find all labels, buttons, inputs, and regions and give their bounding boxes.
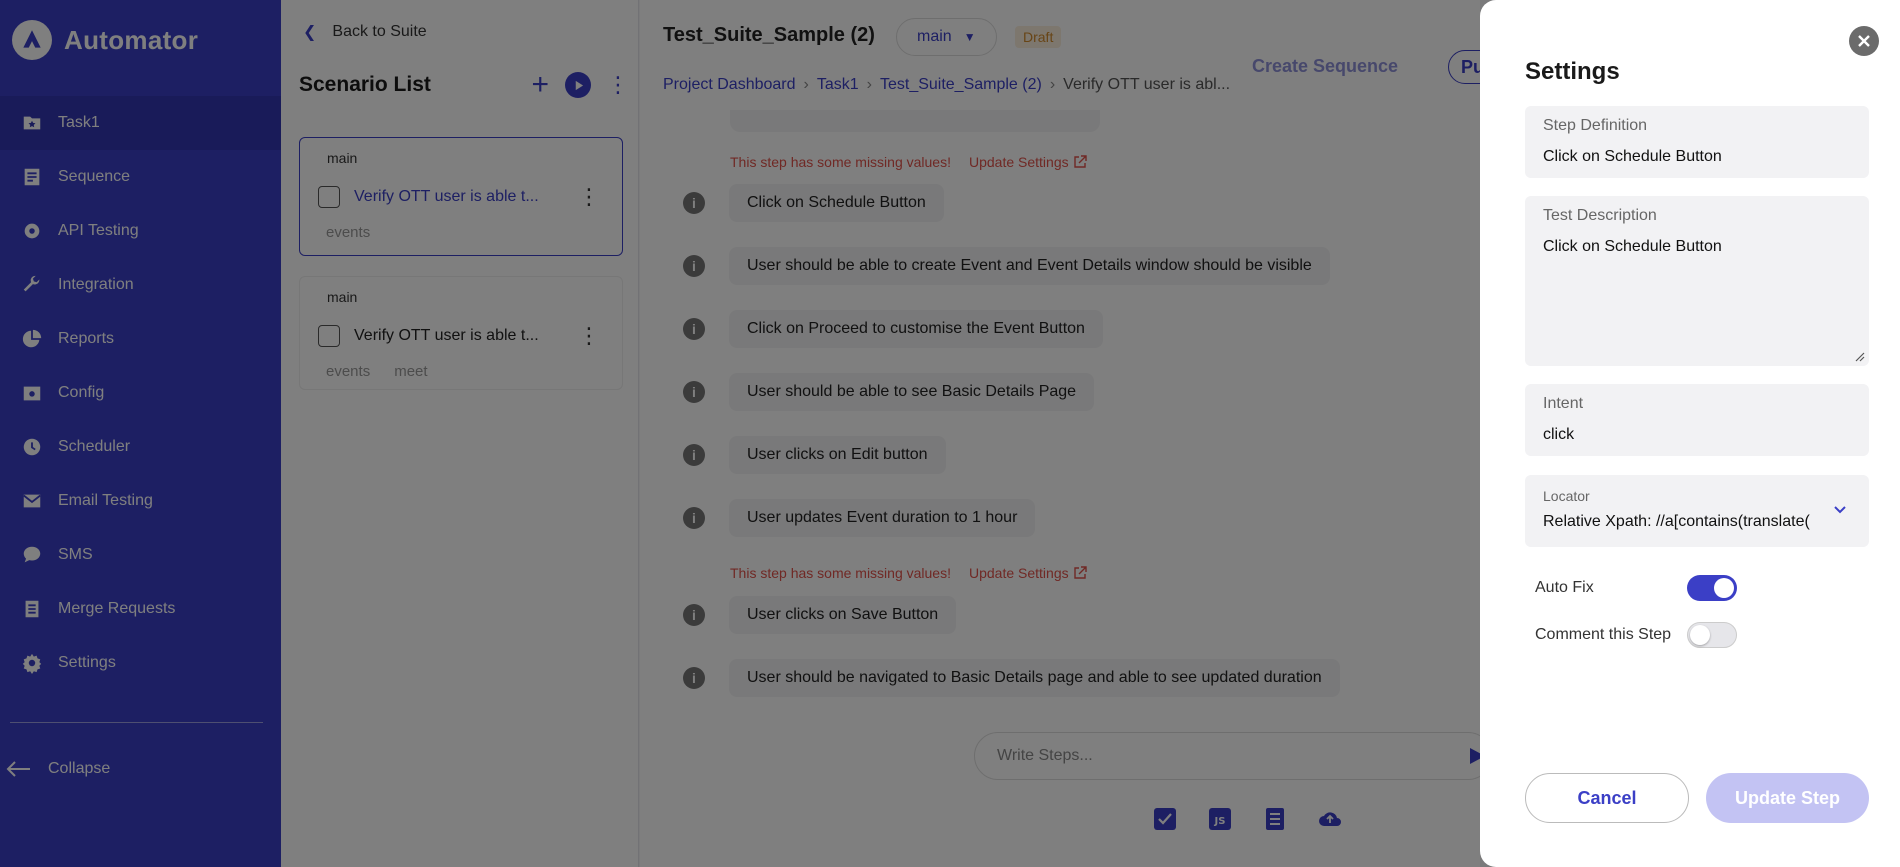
intent-label: Intent — [1543, 395, 1584, 412]
settings-title: Settings — [1525, 58, 1620, 85]
resize-handle-icon[interactable] — [1853, 350, 1865, 362]
test-description-field[interactable]: Test Description Click on Schedule Butto… — [1525, 196, 1869, 366]
comment-step-toggle[interactable] — [1687, 622, 1737, 648]
comment-step-label: Comment this Step — [1535, 626, 1672, 643]
step-definition-value[interactable]: Click on Schedule Button — [1543, 148, 1722, 166]
auto-fix-row: Auto Fix — [1535, 575, 1737, 601]
intent-field[interactable]: Intent click — [1525, 384, 1869, 456]
locator-value[interactable]: Relative Xpath: //a[contains(translate( — [1543, 513, 1833, 531]
comment-step-row: Comment this Step — [1535, 622, 1737, 648]
locator-label: Locator — [1543, 488, 1590, 504]
step-definition-label: Step Definition — [1543, 117, 1648, 134]
step-definition-field[interactable]: Step Definition Click on Schedule Button — [1525, 106, 1869, 178]
settings-drawer: Settings Step Definition Click on Schedu… — [1480, 0, 1900, 867]
auto-fix-toggle[interactable] — [1687, 575, 1737, 601]
chevron-down-icon[interactable] — [1833, 505, 1847, 515]
locator-select[interactable]: Locator Relative Xpath: //a[contains(tra… — [1525, 475, 1869, 547]
test-description-label: Test Description — [1543, 207, 1657, 224]
cancel-button[interactable]: Cancel — [1525, 773, 1689, 823]
update-step-button[interactable]: Update Step — [1706, 773, 1869, 823]
intent-value[interactable]: click — [1543, 426, 1574, 444]
auto-fix-label: Auto Fix — [1535, 579, 1594, 596]
test-description-value[interactable]: Click on Schedule Button — [1543, 238, 1722, 256]
close-icon — [1858, 35, 1870, 47]
close-button[interactable] — [1849, 26, 1879, 56]
